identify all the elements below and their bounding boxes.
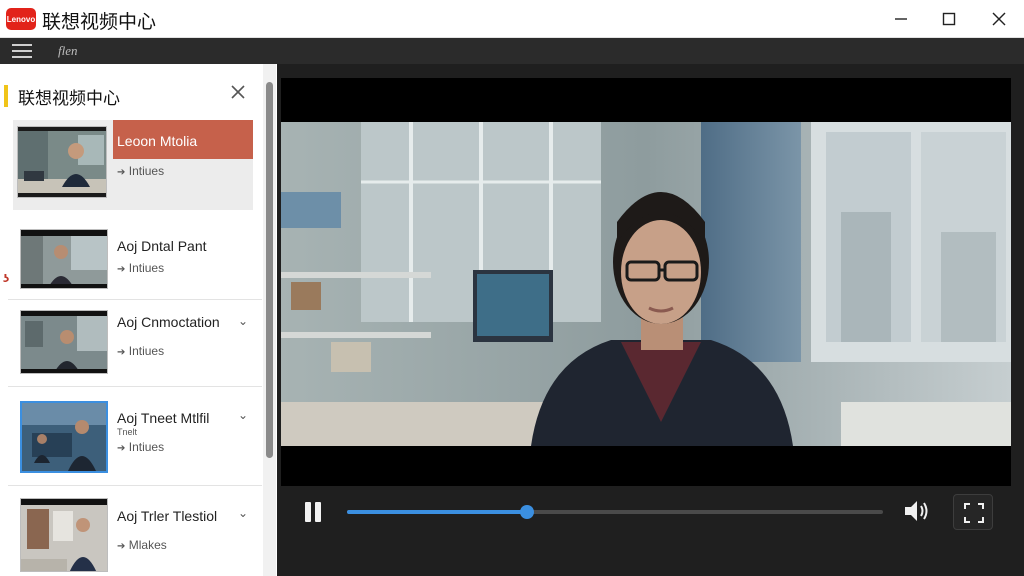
player-controls	[281, 486, 1011, 536]
seek-bar[interactable]	[347, 505, 883, 519]
video-viewport[interactable]	[281, 78, 1011, 486]
window-title: 联想视频中心	[42, 11, 157, 33]
video-subtitle: ➔ Intiues	[117, 344, 164, 358]
video-subtitle: ➔ Intiues	[117, 440, 164, 454]
side-marker: ʖ	[3, 272, 10, 285]
arrow-icon: ➔	[117, 541, 126, 552]
logo-text: Lenovo	[6, 14, 36, 24]
video-thumbnail	[20, 401, 108, 473]
volume-button[interactable]	[903, 498, 931, 524]
list-divider	[8, 386, 262, 387]
arrow-icon: ➔	[117, 347, 126, 358]
chevron-down-icon[interactable]: ⌄	[238, 408, 248, 422]
video-list-item-1[interactable]: Leoon Mtolia ➔ Intiues	[13, 120, 253, 210]
arrow-icon: ➔	[117, 264, 126, 275]
seek-bar-progress	[347, 510, 527, 514]
pause-icon-bar	[315, 502, 321, 522]
video-subtitle-text: Mlakes	[128, 538, 167, 552]
chevron-down-icon[interactable]: ⌄	[238, 314, 248, 328]
close-window-button[interactable]	[976, 0, 1022, 38]
video-note: Tnelt	[117, 427, 138, 437]
video-subtitle-text: Intiues	[128, 440, 165, 454]
pause-icon	[305, 502, 311, 522]
video-subtitle-text: Intiues	[128, 344, 165, 358]
video-title: Aoj Cnmoctation	[117, 314, 220, 330]
video-list-item-4[interactable]: Aoj Tneet Mtlfil Tnelt ⌄ ➔ Intiues	[8, 392, 262, 482]
menu-label[interactable]: flen	[58, 43, 78, 59]
fullscreen-icon	[964, 503, 984, 523]
pause-button[interactable]	[303, 502, 323, 524]
video-thumbnail	[17, 126, 107, 198]
seek-handle[interactable]	[519, 505, 534, 519]
list-divider	[8, 299, 262, 300]
video-thumbnail	[20, 310, 108, 374]
maximize-button[interactable]	[926, 0, 972, 38]
chevron-down-icon[interactable]: ⌄	[238, 506, 248, 520]
video-title: Aoj Trler Tlestiol	[117, 508, 218, 524]
video-list-item-3[interactable]: Aoj Cnmoctation ⌄ ➔ Intiues	[8, 304, 262, 384]
close-icon	[992, 12, 1006, 26]
lenovo-logo-icon: Lenovo	[6, 8, 36, 30]
minimize-icon	[895, 18, 907, 20]
fullscreen-button[interactable]	[953, 494, 993, 530]
volume-icon	[905, 501, 928, 521]
video-list-item-5[interactable]: Aoj Trler Tlestiol ⌄ ➔ Mlakes	[8, 490, 262, 576]
video-title: Aoj Tneet Mtlfil	[117, 410, 210, 426]
video-title: Leoon Mtolia	[117, 133, 198, 149]
video-frame-image	[281, 122, 1011, 446]
video-subtitle-text: Intiues	[128, 164, 165, 178]
video-subtitle: ➔ Mlakes	[117, 538, 167, 552]
minimize-button[interactable]	[878, 0, 924, 38]
video-subtitle-text: Intiues	[128, 261, 165, 275]
sidebar-title: 联想视频中心	[18, 89, 120, 109]
video-thumbnail	[20, 229, 108, 289]
menu-bar: flen	[0, 38, 1024, 64]
hamburger-menu-icon[interactable]	[12, 44, 32, 58]
video-list-sidebar: 联想视频中心 Leoon Mtolia ➔ Intiues Aoj Dntal …	[0, 64, 276, 576]
arrow-icon: ➔	[117, 167, 126, 178]
video-list-item-2[interactable]: Aoj Dntal Pant ➔ Intiues	[8, 224, 262, 294]
sidebar-close-button[interactable]	[230, 84, 250, 104]
arrow-icon: ➔	[117, 443, 126, 454]
video-subtitle: ➔ Intiues	[117, 164, 164, 178]
video-subtitle: ➔ Intiues	[117, 261, 164, 275]
title-bar: Lenovo 联想视频中心	[0, 0, 1024, 38]
close-icon	[231, 85, 245, 99]
video-thumbnail	[20, 498, 108, 572]
list-divider	[8, 485, 262, 486]
scrollbar-thumb[interactable]	[266, 82, 273, 458]
video-title: Aoj Dntal Pant	[117, 238, 207, 254]
sidebar-accent-bar	[4, 85, 8, 107]
maximize-icon	[942, 12, 956, 26]
